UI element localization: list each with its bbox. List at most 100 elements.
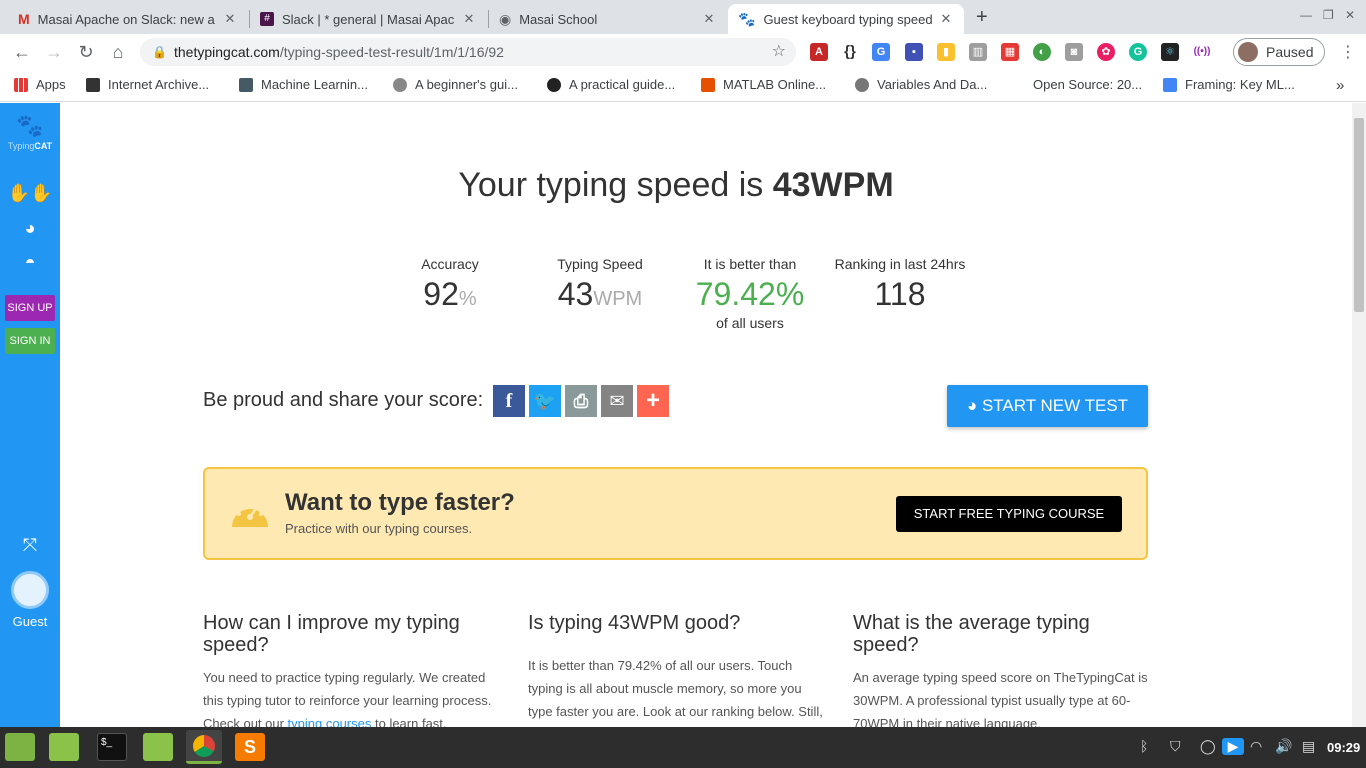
camera-extension-icon[interactable]: ◙ bbox=[1065, 43, 1083, 61]
home-icon[interactable]: ⌂ bbox=[106, 40, 130, 64]
bookmark-variables[interactable]: Variables And Da... bbox=[855, 77, 987, 92]
user-avatar[interactable] bbox=[11, 571, 49, 609]
translate-extension-icon[interactable]: G bbox=[872, 43, 890, 61]
stat-value: 79.42% bbox=[695, 276, 805, 312]
logo-text[interactable]: TypingCAT bbox=[0, 141, 60, 151]
tab-typing-cat[interactable]: 🐾 Guest keyboard typing speed ✕ bbox=[728, 4, 964, 34]
bookmark-framing[interactable]: Framing: Key ML... bbox=[1163, 77, 1295, 92]
speedometer-icon[interactable]: ◕ bbox=[0, 218, 60, 239]
archive-icon bbox=[86, 77, 100, 92]
faq-question: How can I improve my typing speed? bbox=[203, 612, 460, 656]
facebook-share-icon[interactable]: f bbox=[493, 385, 525, 417]
gmail-icon: M bbox=[18, 11, 30, 27]
gear-icon bbox=[393, 77, 407, 92]
lightbulb-icon[interactable]: ◯ bbox=[1200, 738, 1216, 755]
matlab-icon bbox=[701, 77, 715, 92]
analytics-extension-icon[interactable]: ▦ bbox=[1001, 43, 1019, 61]
stat-label: Typing Speed bbox=[557, 256, 643, 272]
faq-good: Is typing 43WPM good? It is better than … bbox=[528, 612, 828, 746]
bookmark-open-source[interactable]: Open Source: 20... bbox=[1033, 77, 1142, 92]
scrollbar-thumb[interactable] bbox=[1354, 118, 1364, 312]
stat-label: It is better than bbox=[703, 256, 797, 272]
chrome-taskbar-icon[interactable] bbox=[186, 730, 222, 764]
json-extension-icon[interactable]: {} bbox=[841, 43, 859, 61]
clipboard-icon[interactable]: ▤ bbox=[1302, 738, 1315, 755]
terminal-icon[interactable]: $_ bbox=[97, 733, 127, 761]
mint-menu-icon[interactable] bbox=[5, 733, 35, 761]
bookmark-machine-learning[interactable]: Machine Learnin... bbox=[239, 77, 368, 92]
bookmark-star-icon[interactable]: ☆ bbox=[772, 38, 786, 66]
shield-icon[interactable]: ⛉ bbox=[1170, 738, 1181, 755]
folder-icon[interactable] bbox=[143, 733, 173, 761]
bookmarks-overflow-icon[interactable]: » bbox=[1336, 77, 1344, 94]
bookmark-practical-guide[interactable]: A practical guide... bbox=[547, 77, 675, 92]
react-extension-icon[interactable]: ⚛ bbox=[1161, 43, 1179, 61]
volume-icon[interactable]: 🔊 bbox=[1275, 738, 1292, 755]
signin-button[interactable]: SIGN IN bbox=[5, 328, 55, 354]
browser-menu-icon[interactable]: ⋮ bbox=[1340, 42, 1356, 62]
system-taskbar: $_ S ᛒ ⛉ ◯ ▶ ◠ 🔊 ▤ 09:29 bbox=[0, 727, 1366, 768]
bookmark-apps[interactable]: Apps bbox=[14, 77, 66, 92]
zoom-icon[interactable]: ▶ bbox=[1222, 738, 1244, 755]
faq-answer: You need to practice typing regularly. W… bbox=[203, 670, 492, 731]
bookmark-matlab[interactable]: MATLAB Online... bbox=[701, 77, 826, 92]
close-window-icon[interactable]: ✕ bbox=[1345, 8, 1355, 22]
signup-button[interactable]: SIGN UP bbox=[5, 295, 55, 321]
close-tab-icon[interactable]: ✕ bbox=[938, 11, 954, 27]
file-manager-icon[interactable] bbox=[49, 733, 79, 761]
fullscreen-icon[interactable]: ⤧ bbox=[0, 535, 60, 556]
tab-slack[interactable]: # Slack | * general | Masai Apac ✕ bbox=[250, 4, 487, 34]
site-icon bbox=[547, 77, 561, 92]
tab-title: Slack | * general | Masai Apac bbox=[282, 11, 455, 27]
stat-label: Accuracy bbox=[421, 256, 479, 272]
profile-status: Paused bbox=[1266, 44, 1314, 60]
paw-logo-icon[interactable]: 🐾 bbox=[0, 113, 60, 139]
paw-icon: 🐾 bbox=[738, 10, 756, 27]
profile-button[interactable]: Paused bbox=[1233, 38, 1325, 66]
gamepad-icon[interactable]: ◓ bbox=[0, 252, 60, 273]
url-path: /typing-speed-test-result/1m/1/16/92 bbox=[279, 44, 504, 60]
faq-question: What is the average typing speed? bbox=[853, 612, 1090, 656]
email-share-icon[interactable]: ✉ bbox=[601, 385, 633, 417]
result-headline: Your typing speed is 43WPM bbox=[458, 166, 894, 204]
bluetooth-icon[interactable]: ᛒ bbox=[1140, 738, 1148, 754]
close-tab-icon[interactable]: ✕ bbox=[701, 11, 717, 27]
close-tab-icon[interactable]: ✕ bbox=[461, 11, 477, 27]
start-new-test-button[interactable]: ◕ START NEW TEST bbox=[947, 385, 1148, 427]
bookmarks-bar: Apps Internet Archive... Machine Learnin… bbox=[0, 70, 1366, 102]
close-tab-icon[interactable]: ✕ bbox=[222, 11, 238, 27]
radio-extension-icon[interactable]: ((•)) bbox=[1193, 43, 1211, 61]
compass-extension-icon[interactable]: ◐ bbox=[1033, 43, 1051, 61]
chart-extension-icon[interactable]: ▥ bbox=[969, 43, 987, 61]
stat-value: 43 bbox=[557, 276, 594, 312]
tab-gmail[interactable]: M Masai Apache on Slack: new a ✕ bbox=[8, 4, 248, 34]
faq-improve: How can I improve my typing speed? You n… bbox=[203, 612, 503, 735]
tab-title: Masai School bbox=[519, 11, 598, 27]
tab-masai-school[interactable]: ◉ Masai School ✕ bbox=[489, 4, 727, 34]
sublime-text-icon[interactable]: S bbox=[235, 733, 265, 761]
address-bar[interactable]: 🔒 thetypingcat.com/typing-speed-test-res… bbox=[140, 38, 796, 66]
new-tab-icon[interactable]: + bbox=[976, 6, 988, 29]
reload-icon[interactable]: ↻ bbox=[74, 40, 98, 64]
url-domain: thetypingcat.com bbox=[174, 44, 280, 60]
apps-grid-icon bbox=[14, 77, 28, 92]
bookmark-beginners-guide[interactable]: A beginner's gui... bbox=[393, 77, 518, 92]
twitter-share-icon[interactable]: 🐦 bbox=[529, 385, 561, 417]
back-icon[interactable]: ← bbox=[10, 40, 34, 64]
color-extension-icon[interactable]: ✿ bbox=[1097, 43, 1115, 61]
stat-unit: % bbox=[458, 288, 477, 310]
screen-extension-icon[interactable]: ▪ bbox=[905, 43, 923, 61]
bookmark-internet-archive[interactable]: Internet Archive... bbox=[86, 77, 209, 92]
grammarly-extension-icon[interactable]: G bbox=[1129, 43, 1147, 61]
forward-icon[interactable]: → bbox=[42, 40, 66, 64]
more-share-icon[interactable]: + bbox=[637, 385, 669, 417]
minimize-icon[interactable]: — bbox=[1300, 8, 1312, 22]
start-typing-course-button[interactable]: START FREE TYPING COURSE bbox=[896, 496, 1122, 532]
adblock-extension-icon[interactable]: A bbox=[810, 43, 828, 61]
restore-icon[interactable]: ❐ bbox=[1323, 8, 1334, 22]
print-share-icon[interactable]: ⎙ bbox=[565, 385, 597, 417]
site-icon bbox=[239, 77, 253, 92]
extension-icon[interactable]: ▮ bbox=[937, 43, 955, 61]
wifi-icon[interactable]: ◠ bbox=[1250, 738, 1262, 755]
lock-icon: 🔒 bbox=[152, 45, 167, 59]
